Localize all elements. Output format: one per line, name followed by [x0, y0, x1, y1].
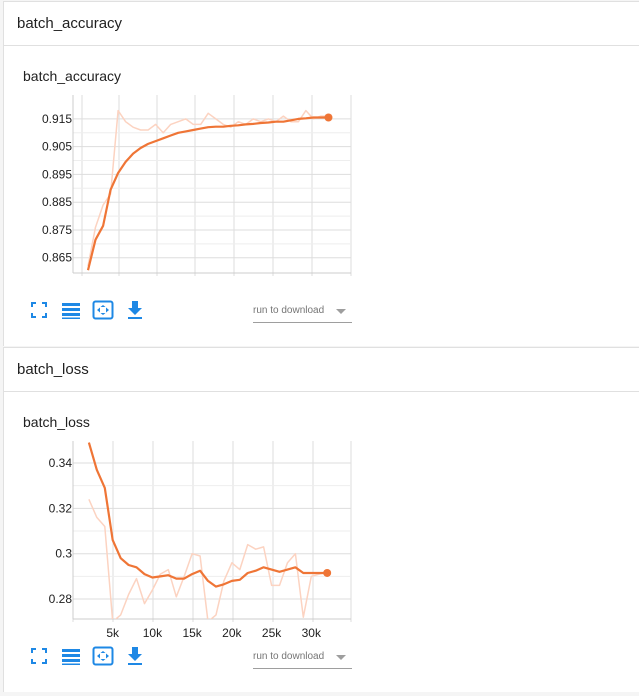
chevron-down-icon — [336, 655, 346, 660]
fit-domain-icon[interactable] — [92, 645, 114, 667]
run-to-download-select[interactable]: run to download — [253, 646, 352, 669]
batch-accuracy-section: batch_accuracy batch_accuracy — [3, 1, 639, 346]
card-title-batch-loss: batch_loss — [23, 414, 90, 430]
data-table-icon[interactable] — [60, 299, 82, 321]
data-table-icon[interactable] — [60, 645, 82, 667]
run-to-download-select[interactable]: run to download — [253, 300, 352, 323]
section-header-batch-loss[interactable]: batch_loss — [4, 348, 639, 392]
chevron-down-icon — [336, 309, 346, 314]
download-icon[interactable] — [124, 299, 146, 321]
fullscreen-icon[interactable] — [28, 299, 50, 321]
run-to-download-label: run to download — [253, 305, 325, 316]
card-title-batch-accuracy: batch_accuracy — [23, 68, 122, 84]
section-header-batch-accuracy[interactable]: batch_accuracy — [4, 2, 639, 46]
fit-domain-icon[interactable] — [92, 299, 114, 321]
batch-loss-section: batch_loss batch_loss — [3, 347, 639, 692]
fullscreen-icon[interactable] — [28, 645, 50, 667]
run-to-download-label: run to download — [253, 651, 325, 662]
download-icon[interactable] — [124, 645, 146, 667]
